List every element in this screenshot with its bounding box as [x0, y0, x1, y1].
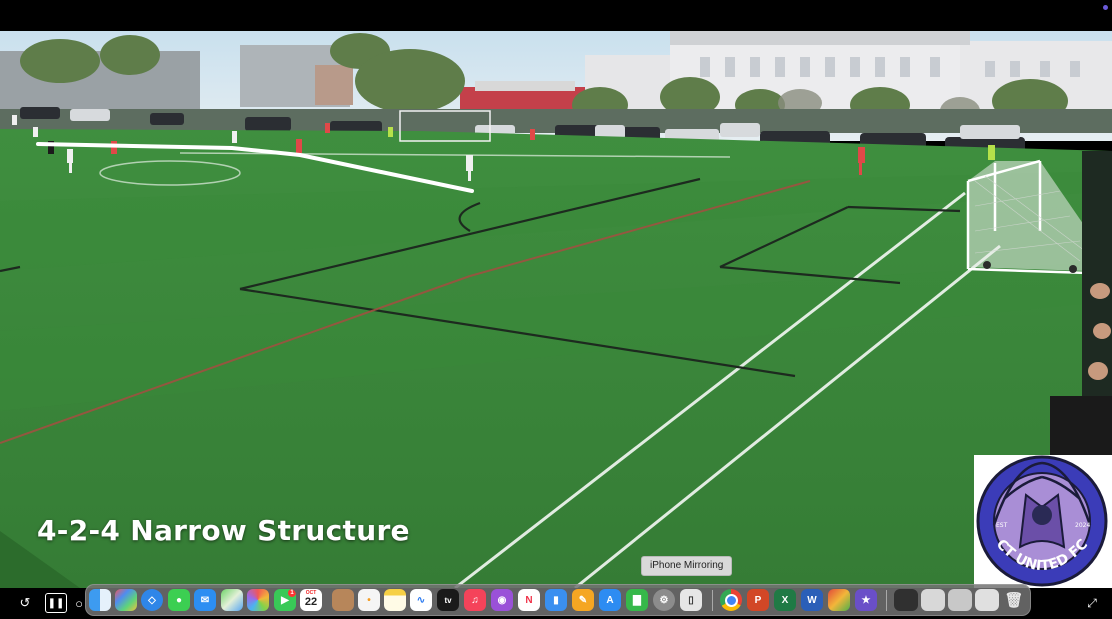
mail-icon[interactable]: ✉ — [194, 589, 216, 611]
soccer-field-scene — [0, 31, 1112, 588]
maps-icon[interactable] — [221, 589, 243, 611]
overlay-title: 4-2-4 Narrow Structure — [37, 514, 410, 547]
pages-icon[interactable]: ✎ — [572, 589, 594, 611]
macos-dock: ◇ ● ✉ ▶ 1 OCT 22 • ∿ tv ♫ ◉ N ▮ ✎ A ▇ ⚙ ▯… — [85, 584, 1031, 616]
photos-icon[interactable] — [247, 589, 269, 611]
crest-year-text: 2024 — [1075, 522, 1090, 529]
news-icon[interactable]: N — [518, 589, 540, 611]
imovie-icon[interactable]: ★ — [855, 589, 877, 611]
replay-icon[interactable]: ↺ — [14, 593, 36, 613]
window-thumb-icon[interactable] — [975, 589, 999, 611]
window-thumb-icon[interactable] — [894, 589, 918, 611]
numbers-icon[interactable]: ▇ — [626, 589, 648, 611]
excel-icon[interactable]: X — [774, 589, 796, 611]
word-icon[interactable]: W — [801, 589, 823, 611]
launchpad-icon[interactable] — [115, 589, 137, 611]
dock-separator — [712, 590, 713, 611]
powerpoint-icon[interactable]: P — [747, 589, 769, 611]
dock-tooltip: iPhone Mirroring — [641, 556, 733, 576]
window-thumb-icon[interactable] — [948, 589, 972, 611]
podcasts-icon[interactable]: ◉ — [491, 589, 513, 611]
window-thumb-icon[interactable] — [921, 589, 945, 611]
finder-icon[interactable] — [89, 589, 111, 611]
reminders-icon[interactable]: • — [358, 589, 380, 611]
contacts-icon[interactable] — [332, 589, 354, 611]
appletv-icon[interactable]: tv — [437, 589, 459, 611]
freeform-icon[interactable]: ∿ — [410, 589, 432, 611]
chrome-icon[interactable] — [720, 589, 742, 611]
music-icon[interactable]: ♫ — [464, 589, 486, 611]
notes-icon[interactable] — [384, 589, 406, 611]
calendar-day: 22 — [304, 596, 318, 608]
facetime-badge: 1 — [288, 589, 296, 597]
trash-icon[interactable]: 🗑 — [1003, 589, 1025, 611]
appstore-icon[interactable]: A — [599, 589, 621, 611]
top-letterbox — [0, 0, 1112, 31]
camera-indicator-icon — [1103, 5, 1108, 10]
iphone-mirroring-icon[interactable]: ▯ — [680, 589, 702, 611]
facetime-icon[interactable]: ▶ 1 — [274, 589, 296, 611]
calendar-icon[interactable]: OCT 22 — [300, 589, 322, 611]
keynote-icon[interactable]: ▮ — [545, 589, 567, 611]
appletv-label: tv — [444, 595, 452, 605]
club-crest-logo: EST 2024 CT UNITED FC — [974, 455, 1112, 588]
pause-icon[interactable]: ❚❚ — [45, 593, 67, 613]
messages-icon[interactable]: ● — [168, 589, 190, 611]
skip-icon[interactable]: ○ — [73, 593, 85, 613]
video-frame[interactable] — [0, 31, 1112, 588]
dock-separator — [886, 590, 887, 611]
crest-est-text: EST — [996, 522, 1008, 529]
safari-icon[interactable]: ◇ — [141, 589, 163, 611]
fullscreen-icon[interactable]: ⤢ — [1082, 593, 1102, 613]
puzzle-app-icon[interactable] — [828, 589, 850, 611]
system-settings-icon[interactable]: ⚙ — [653, 589, 675, 611]
